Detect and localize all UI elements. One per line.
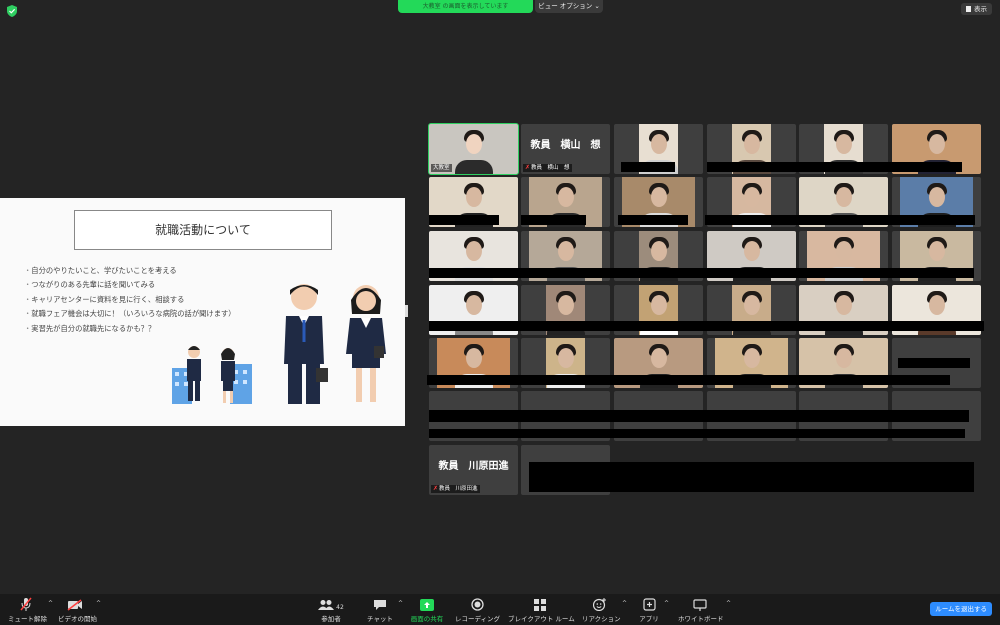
breakout-rooms-button[interactable]: ブレイクアウト ルーム: [508, 597, 575, 623]
slide-bullet: 自分のやりたいこと、学びたいことを考える: [24, 264, 236, 278]
redaction-bar: [529, 462, 974, 492]
whiteboard-label: ホワイトボード: [678, 615, 724, 623]
redaction-bar: [618, 215, 688, 225]
participants-button[interactable]: 42 参加者: [318, 597, 344, 623]
chevron-up-icon[interactable]: ^: [664, 600, 669, 607]
unmute-label: ミュート解除: [8, 615, 47, 623]
share-screen-button[interactable]: 画面の共有: [410, 597, 444, 623]
participant-name: ✗教員 横山 想: [523, 164, 572, 172]
mic-muted-icon: [20, 597, 32, 611]
emoji-plus-icon: [593, 598, 606, 611]
redaction-bar: [898, 358, 970, 368]
display-button[interactable]: 表示: [961, 3, 992, 15]
chevron-down-icon: ⌄: [594, 2, 600, 10]
participants-icon: [318, 600, 335, 610]
apps-button[interactable]: アプリ ^: [638, 597, 669, 623]
layout-icon: [966, 6, 971, 12]
record-icon: [470, 598, 484, 611]
chevron-up-icon[interactable]: ^: [622, 600, 627, 607]
redaction-bar: [429, 429, 965, 438]
redaction-bar: [707, 162, 962, 172]
chevron-up-icon[interactable]: ^: [48, 600, 53, 607]
apps-icon: [642, 598, 656, 611]
participants-label: 参加者: [321, 615, 341, 623]
share-screen-icon: [420, 599, 434, 611]
redaction-bar: [429, 321, 984, 331]
unmute-button[interactable]: ミュート解除 ^: [8, 597, 53, 623]
participant-display-name: 教員 横山 想: [530, 140, 601, 151]
redaction-bar: [621, 162, 675, 172]
start-video-label: ビデオの開始: [58, 615, 97, 623]
record-button[interactable]: レコーディング: [455, 597, 501, 623]
whiteboard-icon: [693, 599, 707, 611]
redaction-bar: [427, 375, 950, 385]
reactions-button[interactable]: リアクション ^: [582, 597, 627, 623]
record-label: レコーディング: [455, 615, 501, 623]
shared-screen-slide: 就職活動について 自分のやりたいこと、学びたいことを考える つながりのある先輩に…: [0, 198, 405, 426]
redaction-bar: [429, 215, 499, 225]
participant-display-name: 教員 川原田進: [438, 461, 509, 472]
leave-room-button[interactable]: ルームを退出する: [930, 602, 992, 616]
mic-muted-icon: ✗: [525, 164, 531, 171]
breakout-rooms-icon: [534, 599, 546, 611]
redaction-bar: [429, 410, 969, 422]
participant-tile-teacher2[interactable]: 教員 川原田進 ✗教員 川原田進: [429, 445, 518, 495]
whiteboard-button[interactable]: ホワイトボード ^: [678, 597, 731, 623]
chat-label: チャット: [367, 615, 393, 623]
breakout-rooms-label: ブレイクアウト ルーム: [508, 615, 575, 623]
participants-count: 42: [336, 604, 344, 611]
participant-name-label: 教員 川原田進: [439, 486, 478, 492]
share-screen-label: 画面の共有: [410, 615, 444, 623]
start-video-button[interactable]: ビデオの開始 ^: [58, 597, 101, 623]
redaction-bar: [429, 268, 974, 278]
view-options-label: ビュー オプション: [538, 2, 593, 10]
mic-muted-icon: ✗: [433, 485, 439, 492]
panel-splitter-handle[interactable]: [405, 305, 408, 317]
participant-name: ✗教員 川原田進: [431, 485, 480, 493]
display-label: 表示: [974, 5, 987, 13]
reactions-label: リアクション: [582, 615, 621, 623]
chevron-up-icon[interactable]: ^: [96, 600, 101, 607]
redaction-bar: [521, 215, 586, 225]
participant-name-label: 教員 横山 想: [531, 165, 570, 171]
security-shield-icon[interactable]: [6, 5, 18, 17]
screen-share-banner: 大教室 の画面を表示しています: [398, 0, 533, 13]
participant-name: 大教室: [431, 164, 452, 172]
chat-icon: [374, 600, 386, 610]
participant-tile-active[interactable]: 大教室: [428, 123, 519, 175]
apps-label: アプリ: [639, 615, 659, 623]
participant-tile-teacher1[interactable]: 教員 横山 想 ✗教員 横山 想: [521, 124, 610, 174]
slide-title: 就職活動について: [74, 210, 332, 250]
chat-button[interactable]: チャット ^: [366, 597, 403, 623]
redaction-bar: [705, 215, 975, 225]
meeting-toolbar: ミュート解除 ^ ビデオの開始 ^ 42 参加者 チャット ^ 画面の共有 レコ…: [0, 594, 1000, 625]
view-options-button[interactable]: ビュー オプション ⌄: [535, 0, 603, 13]
chevron-up-icon[interactable]: ^: [726, 600, 731, 607]
chevron-up-icon[interactable]: ^: [398, 600, 403, 607]
video-off-icon: [67, 599, 82, 611]
job-hunting-illustration: [172, 284, 386, 404]
